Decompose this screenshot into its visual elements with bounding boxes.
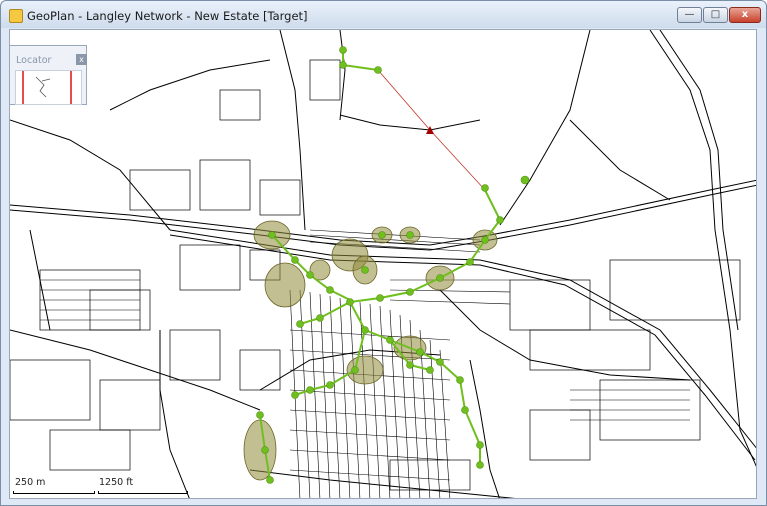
window-title: GeoPlan - Langley Network - New Estate [… [27,9,308,23]
app-window: GeoPlan - Langley Network - New Estate [… [0,0,767,506]
maximize-button[interactable]: □ [703,7,728,23]
map-view[interactable] [9,29,757,499]
locator-overview-map[interactable] [15,70,82,105]
minimize-icon: — [684,9,695,20]
locator-panel[interactable]: Locator x [9,45,87,105]
network-nodes [256,46,530,484]
locator-title: Locator [16,55,52,66]
close-button[interactable]: x [729,7,761,23]
maximize-icon: □ [710,9,721,20]
locator-map-graphic [22,71,72,104]
minimize-button[interactable]: — [677,7,702,23]
scale-metric-label: 250 m [15,477,46,488]
locator-close-button[interactable]: x [76,54,87,65]
scale-imperial-label: 1250 ft [99,477,134,488]
title-bar[interactable]: GeoPlan - Langley Network - New Estate [… [1,1,766,28]
map-canvas[interactable] [10,30,757,499]
app-icon [9,9,23,23]
close-icon: x [741,9,749,20]
road-network [10,30,756,498]
